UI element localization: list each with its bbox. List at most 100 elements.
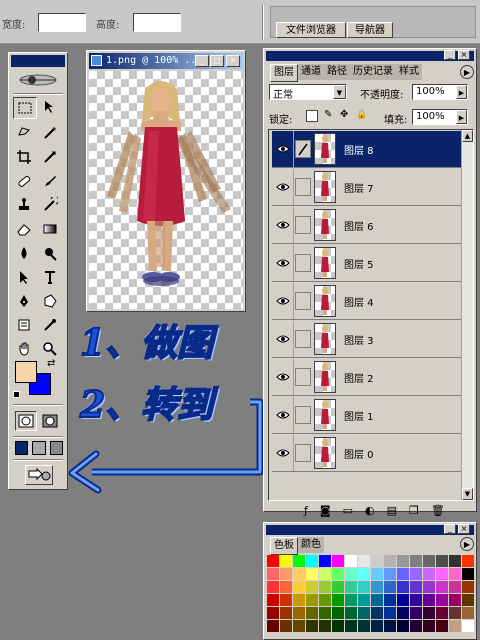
blur-tool-icon[interactable] — [13, 243, 35, 263]
tab-paths[interactable]: 路径 — [324, 64, 350, 80]
color-swatch[interactable] — [332, 607, 344, 619]
lock-all-icon[interactable]: 🔒 — [356, 110, 367, 120]
path-selection-tool-icon[interactable] — [13, 267, 35, 287]
brush-tool-icon[interactable] — [39, 171, 61, 191]
eye-icon[interactable] — [272, 397, 294, 433]
trash-icon[interactable]: 🗑 — [431, 504, 445, 517]
layer-row[interactable]: 图层 8 — [272, 131, 464, 168]
shape-tool-icon[interactable] — [39, 291, 61, 311]
full-screen-mode-icon[interactable] — [49, 441, 63, 455]
color-swatch[interactable] — [410, 555, 422, 567]
color-swatch[interactable] — [306, 620, 318, 632]
color-swatch[interactable] — [384, 620, 396, 632]
eraser-tool-icon[interactable] — [13, 219, 35, 239]
full-screen-menu-mode-icon[interactable] — [32, 441, 46, 455]
swap-colors-icon[interactable]: ⇄ — [47, 358, 55, 369]
chevron-right-icon[interactable]: ▶ — [456, 85, 467, 99]
scroll-up-icon[interactable]: ▲ — [462, 130, 473, 142]
tab-layers[interactable]: 图层 — [270, 64, 298, 82]
color-swatch[interactable] — [319, 581, 331, 593]
color-swatch[interactable] — [384, 581, 396, 593]
color-swatch[interactable] — [462, 568, 474, 580]
color-swatch[interactable] — [397, 607, 409, 619]
close-icon[interactable]: × — [226, 55, 240, 67]
eye-icon[interactable] — [272, 207, 294, 243]
tab-swatches[interactable]: 色板 — [270, 537, 298, 555]
palette-close-icon[interactable]: × — [458, 524, 470, 534]
color-swatch[interactable] — [371, 594, 383, 606]
gradient-tool-icon[interactable] — [39, 219, 61, 239]
color-swatch[interactable] — [345, 555, 357, 567]
link-slot[interactable] — [295, 216, 311, 234]
color-swatch[interactable] — [267, 594, 279, 606]
eye-icon[interactable] — [272, 359, 294, 395]
color-swatch[interactable] — [267, 620, 279, 632]
eye-icon[interactable] — [272, 321, 294, 357]
color-swatch[interactable] — [280, 607, 292, 619]
minimize-icon[interactable]: _ — [195, 55, 209, 67]
color-swatch[interactable] — [306, 568, 318, 580]
eye-icon[interactable] — [272, 435, 294, 471]
new-layer-icon[interactable]: ❐ — [409, 504, 419, 517]
maximize-icon[interactable]: □ — [210, 55, 224, 67]
marquee-tool-icon[interactable] — [13, 97, 37, 119]
color-swatch[interactable] — [462, 555, 474, 567]
link-slot[interactable] — [295, 406, 311, 424]
dodge-tool-icon[interactable] — [39, 243, 61, 263]
color-swatch[interactable] — [423, 607, 435, 619]
color-swatch[interactable] — [332, 594, 344, 606]
layer-list-scrollbar[interactable]: ▲ ▼ — [461, 130, 473, 500]
color-swatch[interactable] — [267, 581, 279, 593]
color-swatch[interactable] — [371, 620, 383, 632]
crop-tool-icon[interactable] — [13, 147, 35, 167]
color-swatch[interactable] — [423, 568, 435, 580]
color-swatch[interactable] — [358, 568, 370, 580]
color-swatch[interactable] — [410, 594, 422, 606]
healing-brush-tool-icon[interactable] — [13, 171, 35, 191]
layer-row[interactable]: 图层 3 — [272, 321, 464, 358]
layer-row[interactable]: 图层 4 — [272, 283, 464, 320]
color-swatch[interactable] — [410, 620, 422, 632]
color-swatch[interactable] — [319, 607, 331, 619]
layer-row[interactable]: 图层 2 — [272, 359, 464, 396]
width-field[interactable] — [38, 13, 86, 32]
color-swatch[interactable] — [397, 555, 409, 567]
color-swatch[interactable] — [280, 555, 292, 567]
tab-styles[interactable]: 样式 — [396, 64, 422, 80]
color-swatch[interactable] — [449, 568, 461, 580]
color-swatch[interactable] — [423, 620, 435, 632]
hand-tool-icon[interactable] — [13, 339, 35, 359]
color-swatch[interactable] — [397, 620, 409, 632]
color-swatch[interactable] — [371, 607, 383, 619]
eye-icon[interactable] — [272, 131, 294, 167]
tab-file-browser[interactable]: 文件浏览器 — [276, 22, 346, 38]
pen-tool-icon[interactable] — [13, 291, 35, 311]
link-slot[interactable] — [295, 178, 311, 196]
color-swatch[interactable] — [306, 607, 318, 619]
opacity-field[interactable]: 100% ▶ — [412, 84, 468, 100]
color-swatch[interactable] — [410, 607, 422, 619]
chevron-down-icon[interactable]: ▼ — [333, 85, 346, 99]
color-swatch[interactable] — [267, 555, 279, 567]
color-swatch[interactable] — [371, 581, 383, 593]
color-swatch[interactable] — [332, 568, 344, 580]
color-swatch[interactable] — [397, 581, 409, 593]
color-swatch[interactable] — [293, 620, 305, 632]
eye-icon[interactable] — [272, 169, 294, 205]
color-swatch[interactable] — [423, 594, 435, 606]
color-swatch[interactable] — [332, 581, 344, 593]
color-swatch[interactable] — [293, 607, 305, 619]
color-swatch[interactable] — [332, 620, 344, 632]
color-swatch[interactable] — [410, 581, 422, 593]
color-swatch[interactable] — [267, 607, 279, 619]
color-swatch[interactable] — [371, 555, 383, 567]
lock-transparency-icon[interactable] — [306, 110, 318, 122]
color-swatch[interactable] — [280, 568, 292, 580]
link-slot[interactable] — [295, 444, 311, 462]
history-brush-tool-icon[interactable] — [39, 195, 61, 215]
color-swatch[interactable] — [319, 594, 331, 606]
lock-image-icon[interactable]: ✎ — [324, 110, 334, 120]
color-swatch[interactable] — [384, 555, 396, 567]
color-swatch[interactable] — [397, 568, 409, 580]
brush-icon[interactable] — [295, 140, 311, 158]
